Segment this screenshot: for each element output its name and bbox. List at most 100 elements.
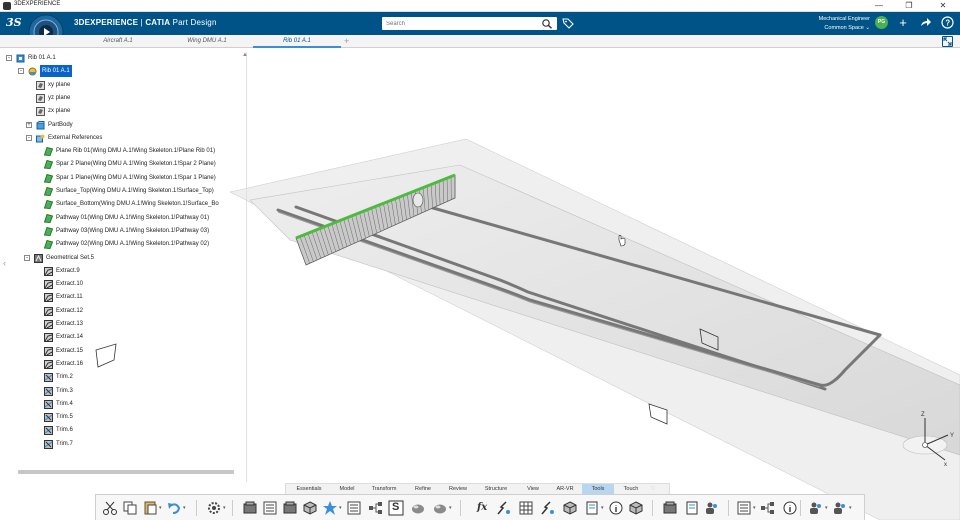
expand-icon[interactable]: + xyxy=(26,121,32,128)
brand-title: 3DEXPERIENCE | CATIA Part Design xyxy=(74,18,217,27)
extract-icon xyxy=(44,306,53,316)
dropdown-arrow-icon[interactable]: ▾ xyxy=(183,505,186,511)
users-icon[interactable] xyxy=(704,500,720,516)
info-icon[interactable] xyxy=(608,500,624,516)
component-icon[interactable] xyxy=(410,500,426,516)
close-button[interactable]: ✕ xyxy=(928,0,958,12)
share-icon[interactable] xyxy=(918,16,932,30)
scroll-up-icon[interactable]: ▲ xyxy=(242,52,248,58)
maximize-button[interactable]: ❐ xyxy=(894,0,924,12)
collaboration-icon[interactable] xyxy=(808,500,824,516)
tree-node-label: Extract.12 xyxy=(56,307,84,314)
add-tab-icon[interactable]: + xyxy=(344,35,349,47)
search-icon[interactable] xyxy=(541,18,553,29)
more-icon[interactable] xyxy=(782,500,798,516)
tree-node-label: Surface_Top(Wing DMU A.1!Wing Skeleton.1… xyxy=(56,188,214,194)
tab-aircraft[interactable]: Aircraft A.1 xyxy=(74,35,162,48)
dropdown-arrow-icon[interactable]: ▾ xyxy=(223,505,226,511)
table-view-icon[interactable] xyxy=(736,500,752,516)
collab-space[interactable]: Common Space ⌄ xyxy=(800,24,870,33)
collapse-icon[interactable]: - xyxy=(24,254,30,261)
toolbar-separator xyxy=(800,500,801,516)
gear-icon[interactable] xyxy=(206,500,222,516)
axis-label-y: Y xyxy=(950,433,954,439)
star-icon[interactable] xyxy=(322,500,338,516)
tree-node-label: Trim.4 xyxy=(56,400,73,407)
dropdown-arrow-icon[interactable]: ▾ xyxy=(449,505,452,511)
ref-icon xyxy=(43,200,54,210)
copy-icon[interactable] xyxy=(122,500,138,516)
collapse-icon[interactable]: - xyxy=(6,55,12,61)
filter-icon[interactable] xyxy=(760,500,776,516)
section-tab-view[interactable]: View xyxy=(518,484,548,494)
tag-icon[interactable] xyxy=(562,17,574,29)
section-tab-refine[interactable]: Refine xyxy=(406,484,440,494)
action-bar: ▾ ▾ ▾ ▾ S ▾ fx ▾ ▾ ▾ ▾ xyxy=(95,494,865,520)
tree-node-label: Extract.16 xyxy=(56,360,84,367)
undo-icon[interactable] xyxy=(166,500,182,516)
minimize-button[interactable]: — xyxy=(864,0,894,12)
team-icon[interactable] xyxy=(832,500,848,516)
document-icon[interactable] xyxy=(346,500,362,516)
plane-icon xyxy=(36,107,45,117)
inspect-icon[interactable] xyxy=(628,500,644,516)
fullscreen-icon[interactable] xyxy=(942,36,953,47)
help-icon[interactable]: ? xyxy=(940,16,954,30)
paste-icon[interactable] xyxy=(142,500,158,516)
collapse-icon[interactable]: - xyxy=(18,68,24,75)
ref-icon xyxy=(43,146,54,157)
shape-icon[interactable] xyxy=(432,500,448,516)
dropdown-arrow-icon[interactable]: ▾ xyxy=(601,505,604,511)
section-tab-structure[interactable]: Structure xyxy=(476,484,516,494)
trim-icon xyxy=(44,426,53,436)
list-icon[interactable] xyxy=(262,500,278,516)
ref-icon xyxy=(43,240,54,250)
tree-icon[interactable] xyxy=(368,500,384,516)
box-icon[interactable] xyxy=(242,500,258,516)
cube-icon[interactable] xyxy=(562,500,578,516)
dropdown-arrow-icon[interactable]: ▾ xyxy=(753,505,756,511)
ref-icon xyxy=(43,226,54,236)
collapse-icon[interactable]: - xyxy=(26,134,32,141)
tab-rib-01[interactable]: Rib 01 A.1 xyxy=(253,35,341,48)
tree-node-label: Rib 01 A.1 xyxy=(28,55,56,61)
dropdown-arrow-icon[interactable]: ▾ xyxy=(339,505,342,511)
dropdown-arrow-icon[interactable]: ▾ xyxy=(159,505,162,511)
measure-icon[interactable] xyxy=(540,500,556,516)
tree-divider xyxy=(246,52,247,482)
publish-icon[interactable] xyxy=(684,500,700,516)
favorites-icon[interactable]: ♡ xyxy=(648,484,658,494)
s-tool-icon[interactable]: S xyxy=(388,500,404,516)
table-icon[interactable] xyxy=(518,500,534,516)
specification-tree[interactable]: Rib 01 A.1 - Rib 01 A.1 - xy plane yz plane zx… xyxy=(6,52,248,462)
section-tab-review[interactable]: Review xyxy=(442,484,474,494)
tree-node-label: Trim.3 xyxy=(56,387,73,394)
catalog-icon[interactable] xyxy=(662,500,678,516)
cut-icon[interactable] xyxy=(102,500,118,516)
knowledge-icon[interactable] xyxy=(496,500,512,516)
tab-wing-dmu[interactable]: Wing DMU A.1 xyxy=(163,35,251,48)
section-tab-transform[interactable]: Transform xyxy=(364,484,404,494)
os-title-bar: 3DEXPERIENCE — ❐ ✕ xyxy=(0,0,960,12)
search-input[interactable] xyxy=(382,17,557,30)
section-tab-ar-vr[interactable]: AR-VR xyxy=(550,484,580,494)
globe-icon[interactable] xyxy=(302,500,318,516)
collapse-panel-icon[interactable]: ‹ xyxy=(3,258,6,268)
extract-icon xyxy=(44,280,53,290)
avatar[interactable]: PG xyxy=(875,16,888,29)
section-tab-essentials[interactable]: Essentials xyxy=(288,484,330,494)
sheet-icon[interactable] xyxy=(584,500,600,516)
add-icon[interactable]: + xyxy=(896,16,910,30)
section-tab-touch[interactable]: Touch xyxy=(616,484,646,494)
dropdown-arrow-icon[interactable]: ▾ xyxy=(849,505,852,511)
dropdown-arrow-icon[interactable]: ▾ xyxy=(825,505,828,511)
formula-icon[interactable]: fx xyxy=(476,500,492,516)
part-icon xyxy=(28,67,37,76)
user-info[interactable]: Mechanical Engineer Common Space ⌄ xyxy=(800,15,870,33)
ref-icon xyxy=(43,173,54,183)
tab-bar: Aircraft A.1 Wing DMU A.1 Rib 01 A.1 + xyxy=(0,35,960,48)
section-tab-tools[interactable]: Tools xyxy=(582,484,614,494)
tree-horizontal-scrollbar[interactable] xyxy=(18,470,234,474)
cabinet-icon[interactable] xyxy=(282,500,298,516)
section-tab-model[interactable]: Model xyxy=(332,484,362,494)
